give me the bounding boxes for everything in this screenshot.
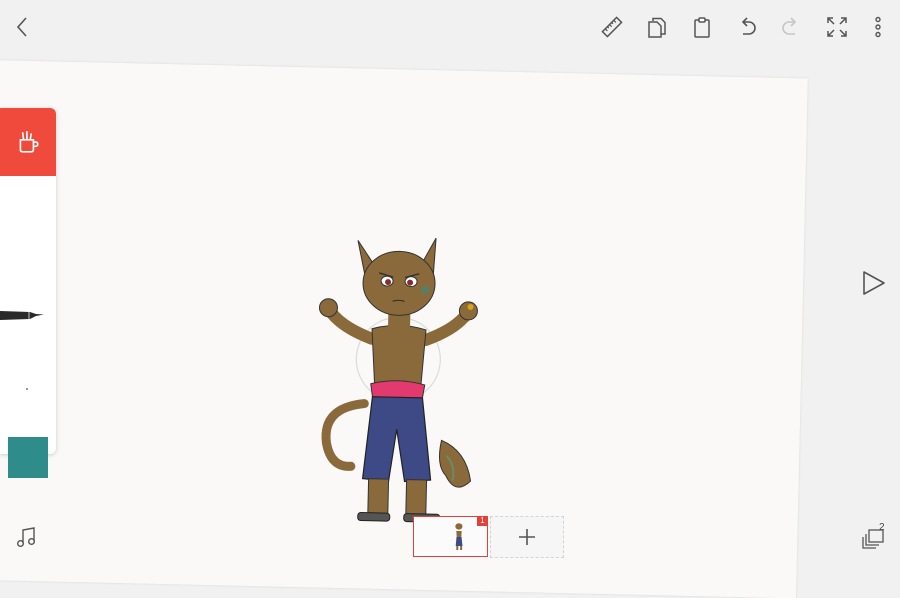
top-toolbar bbox=[0, 0, 900, 56]
copy-icon[interactable] bbox=[642, 12, 672, 42]
color-swatch[interactable] bbox=[8, 437, 48, 478]
layer-count: 2 bbox=[879, 522, 885, 533]
more-icon[interactable] bbox=[863, 12, 893, 42]
frame-number-badge: 1 bbox=[477, 516, 488, 526]
brush-selector-button[interactable] bbox=[0, 108, 56, 176]
plus-icon bbox=[519, 529, 535, 545]
ruler-icon[interactable] bbox=[597, 12, 627, 42]
tool-panel bbox=[0, 108, 56, 478]
character-drawing bbox=[318, 237, 478, 523]
music-icon[interactable] bbox=[14, 525, 38, 549]
redo-icon[interactable] bbox=[776, 12, 806, 42]
play-animation-button[interactable] bbox=[858, 268, 888, 298]
add-frame-button[interactable] bbox=[490, 516, 564, 558]
play-icon bbox=[863, 271, 885, 295]
fullscreen-icon[interactable] bbox=[822, 12, 852, 42]
pen-icon bbox=[0, 311, 44, 320]
frame-thumbnail[interactable]: 1 bbox=[413, 516, 488, 557]
clipboard-icon[interactable] bbox=[687, 12, 717, 42]
undo-icon[interactable] bbox=[732, 12, 762, 42]
brush-cup-icon bbox=[19, 131, 39, 153]
technical-pen-tool[interactable] bbox=[0, 306, 46, 329]
brush-size-indicator[interactable] bbox=[26, 388, 28, 390]
back-chevron-icon[interactable] bbox=[8, 12, 38, 42]
frame-preview-image bbox=[455, 523, 463, 550]
drawing-canvas[interactable] bbox=[0, 60, 808, 598]
layers-button[interactable]: 2 bbox=[862, 522, 890, 551]
